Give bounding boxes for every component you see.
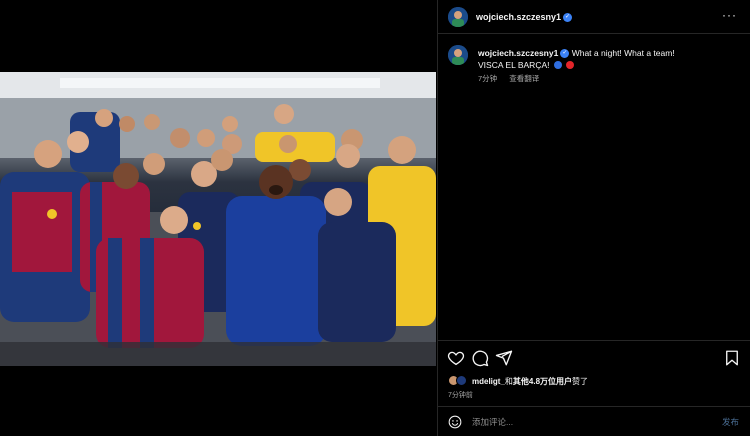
- post-comment-button[interactable]: 发布: [722, 416, 739, 428]
- author-username-text[interactable]: wojciech.szczesny1: [476, 12, 561, 22]
- bookmark-icon[interactable]: [723, 349, 741, 367]
- verified-badge-icon: ✓: [563, 13, 573, 23]
- caption-time: 7分钟: [478, 74, 498, 83]
- author-avatar[interactable]: [448, 7, 468, 27]
- likes-section: mdeligt_和其他4.8万位用户赞了 7分钟前: [438, 372, 750, 402]
- caption-author[interactable]: wojciech.szczesny1: [478, 48, 558, 58]
- comment-input[interactable]: [472, 414, 692, 430]
- red-circle-emoji-icon: [566, 61, 575, 69]
- liker-avatar: [456, 375, 467, 386]
- likes-others-link[interactable]: 其他4.8万位用户: [513, 377, 572, 386]
- post-timestamp: 7分钟前: [448, 392, 473, 399]
- caption-meta: 7分钟 查看翻译: [478, 73, 549, 84]
- more-options-icon[interactable]: ···: [722, 8, 737, 22]
- post-info-pane: wojciech.szczesny1 ✓ ··· wojciech.szczesn…: [437, 0, 750, 436]
- caption-author-avatar[interactable]: [448, 45, 468, 65]
- liker-username[interactable]: mdeligt_: [472, 377, 505, 386]
- post-header: wojciech.szczesny1 ✓ ···: [438, 0, 750, 34]
- likes-suffix: 赞了: [572, 377, 589, 386]
- post-photo[interactable]: [0, 72, 436, 366]
- team-celebration-photo: [0, 72, 436, 366]
- media-pane: [0, 0, 436, 436]
- comment-bar: 发布: [438, 406, 750, 436]
- emoji-icon[interactable]: [448, 415, 462, 429]
- caption-text: wojciech.szczesny1 ✓ What a night! What a…: [478, 47, 738, 71]
- blue-circle-emoji-icon: [553, 61, 562, 69]
- author-username[interactable]: wojciech.szczesny1 ✓: [476, 12, 573, 23]
- action-bar: [438, 340, 750, 374]
- see-translation-link[interactable]: 查看翻译: [509, 74, 539, 83]
- likes-text: mdeligt_和其他4.8万位用户赞了: [472, 376, 588, 387]
- likes-and: 和: [504, 377, 513, 386]
- liker-avatars[interactable]: [448, 375, 470, 387]
- share-icon[interactable]: [495, 349, 513, 367]
- comment-icon[interactable]: [471, 349, 489, 367]
- caption-line-1: What a night! What a team!: [571, 48, 675, 58]
- caption-verified-icon: ✓: [560, 49, 570, 59]
- heart-icon[interactable]: [447, 349, 465, 367]
- caption-line-2: VISCA EL BARÇA!: [478, 60, 550, 70]
